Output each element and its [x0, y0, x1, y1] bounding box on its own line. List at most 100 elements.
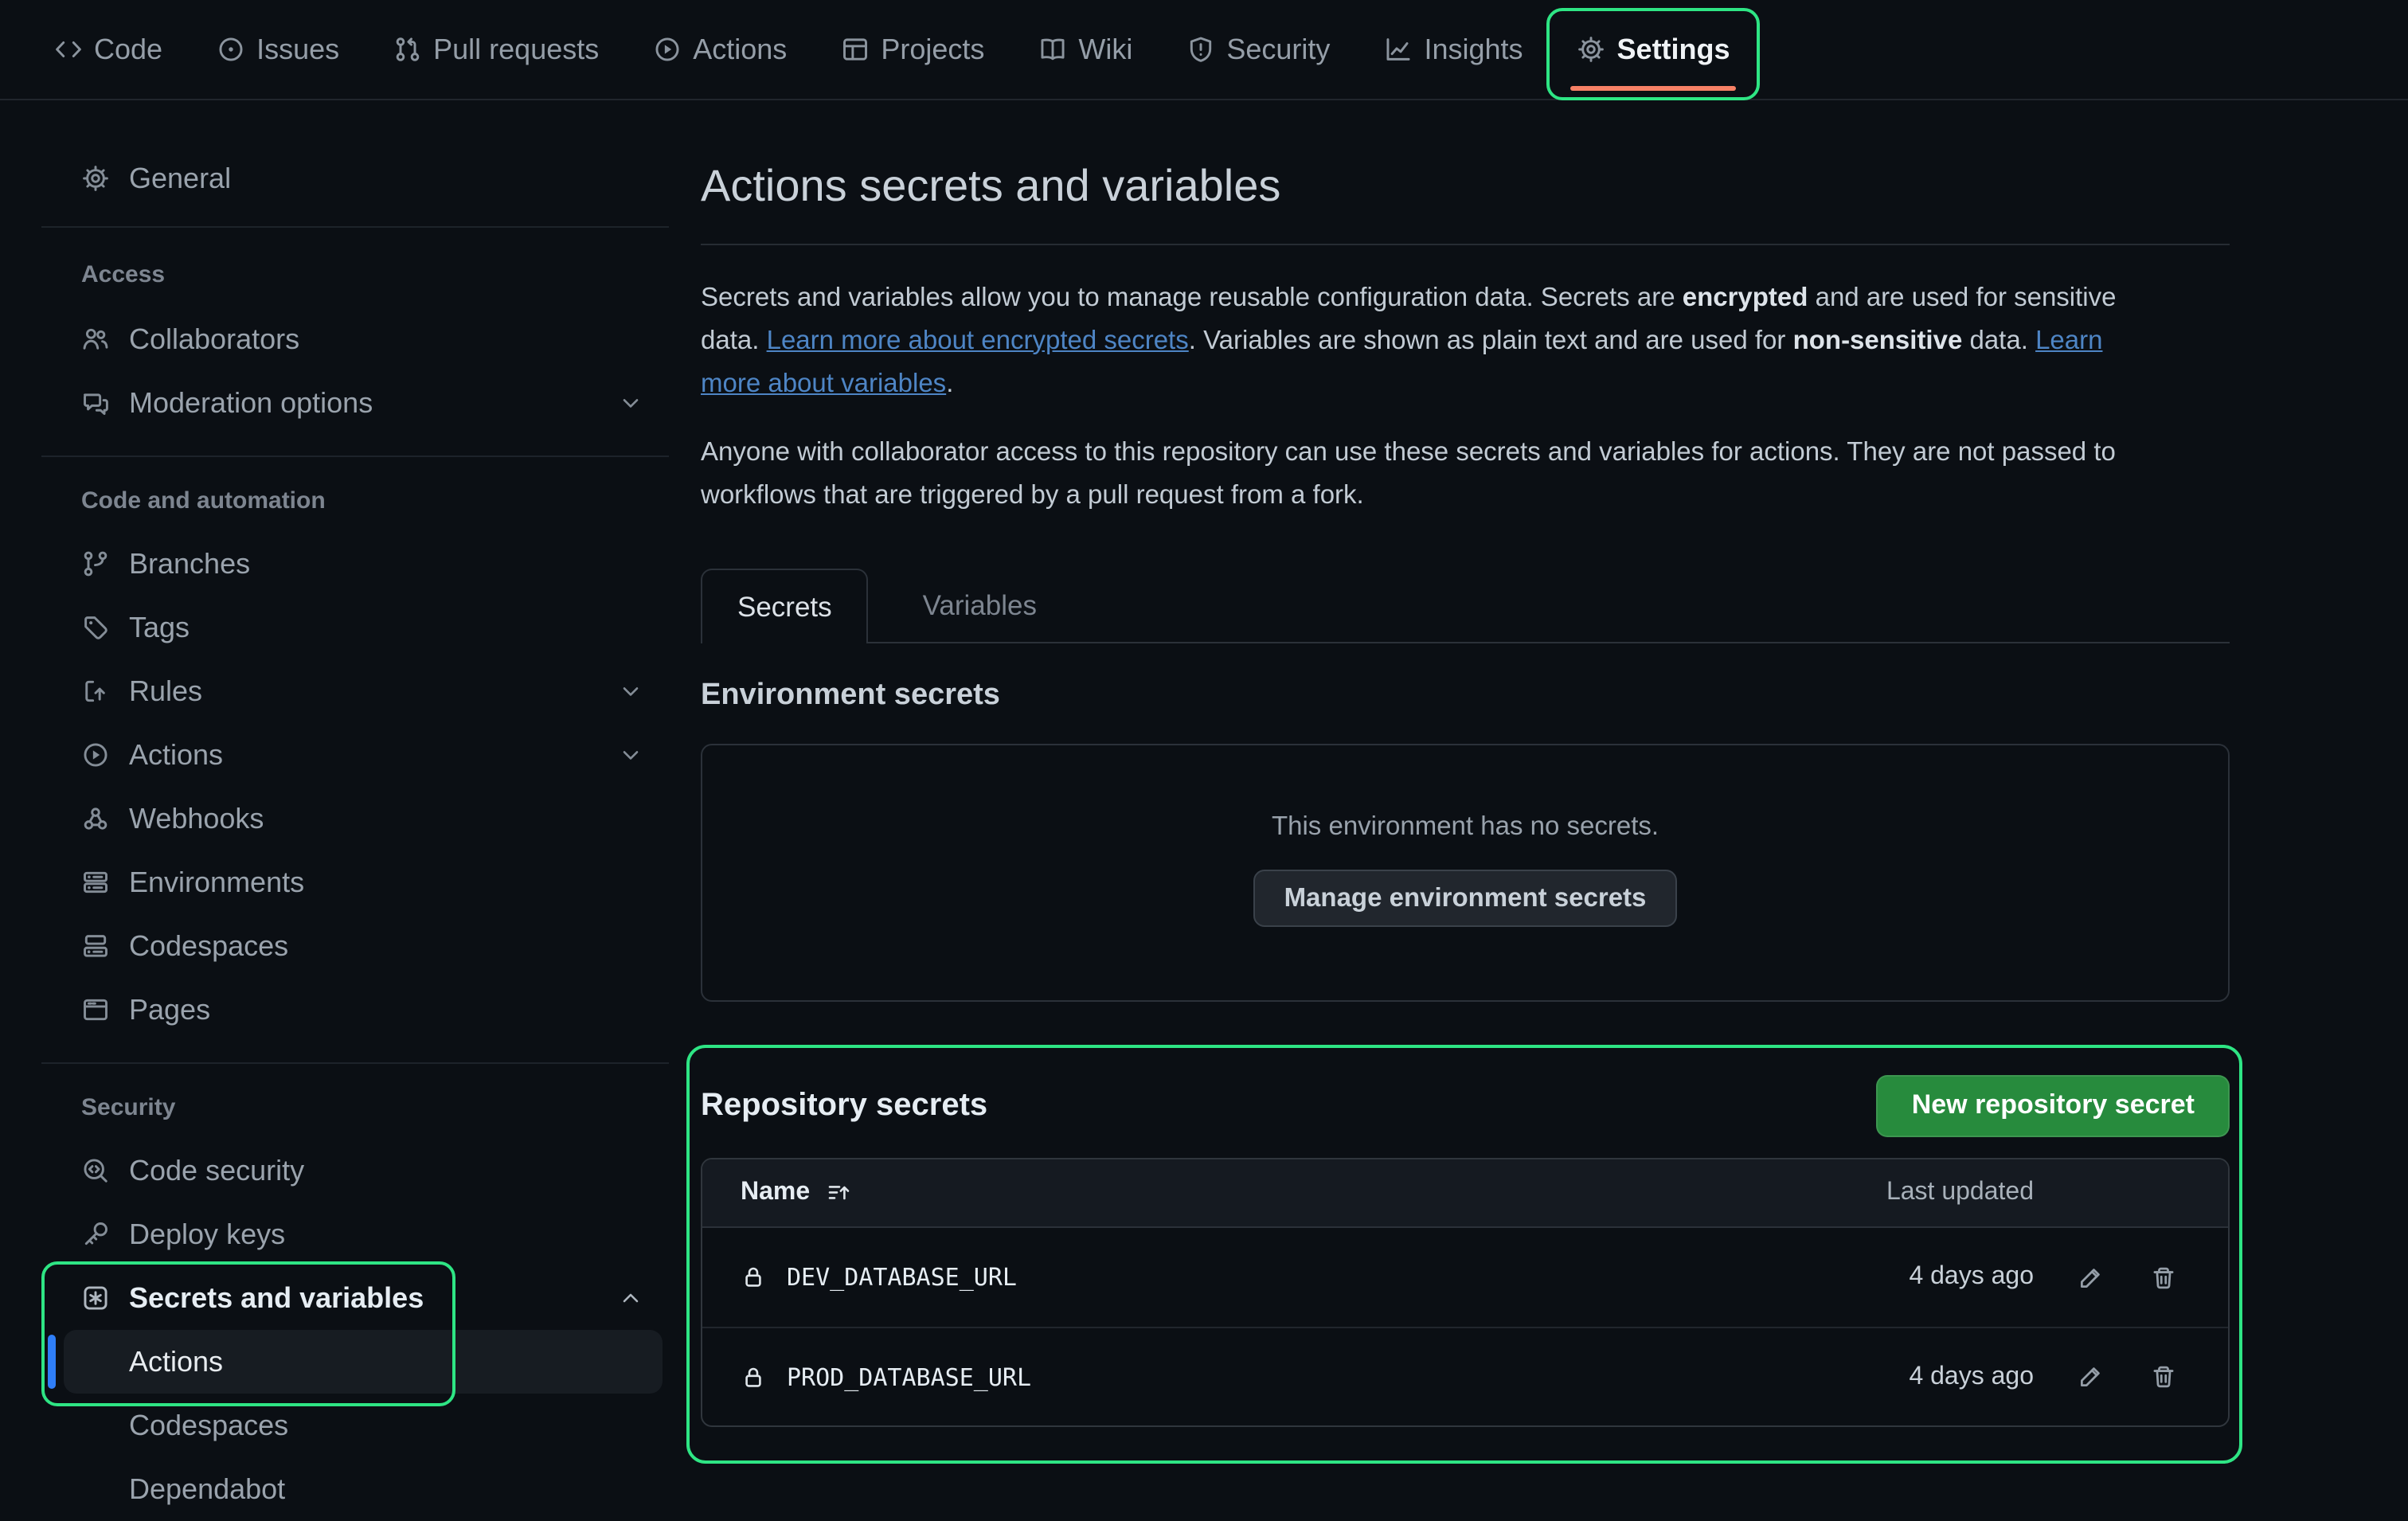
sidebar-item-webhooks[interactable]: Webhooks	[41, 787, 669, 850]
manage-environment-secrets-button[interactable]: Manage environment secrets	[1254, 870, 1677, 928]
intro-bold-encrypted: encrypted	[1683, 283, 1808, 312]
sort-ascending-icon	[826, 1181, 851, 1206]
active-tab-underline	[1571, 86, 1737, 91]
nav-tab-label: Projects	[881, 33, 984, 66]
sidebar-item-collaborators[interactable]: Collaborators	[41, 307, 669, 371]
chevron-down-icon	[618, 678, 643, 704]
nav-tab-issues[interactable]: Issues	[197, 18, 358, 81]
sidebar-item-deploy-keys[interactable]: Deploy keys	[41, 1202, 669, 1266]
edit-secret-button[interactable]	[2077, 1265, 2104, 1292]
sidebar-item-codespaces[interactable]: Codespaces	[41, 914, 669, 978]
main-content: Actions secrets and variables Secrets an…	[701, 102, 2230, 1428]
sidebar-item-tags[interactable]: Tags	[41, 596, 669, 659]
gear-icon	[1577, 35, 1606, 64]
server-icon	[81, 868, 110, 897]
delete-secret-button[interactable]	[2150, 1364, 2177, 1391]
sidebar-item-label: Collaborators	[129, 323, 299, 356]
sidebar-item-label: General	[129, 162, 231, 195]
table-header-name[interactable]: Name	[741, 1179, 1843, 1208]
sidebar-item-label: Moderation options	[129, 386, 373, 420]
repo-settings-page: Code Issues Pull requests Actions Projec…	[0, 0, 2408, 1505]
intro-text: data.	[1962, 326, 2035, 355]
sidebar-subitem-codespaces[interactable]: Codespaces	[41, 1394, 669, 1457]
settings-sidebar: General Access Collaborators Moderation …	[41, 147, 669, 1521]
secret-name: PROD_DATABASE_URL	[787, 1363, 1031, 1392]
sidebar-item-branches[interactable]: Branches	[41, 532, 669, 596]
repository-secrets-header: Repository secrets New repository secret	[701, 1074, 2230, 1138]
sidebar-item-code-security[interactable]: Code security	[41, 1139, 669, 1202]
sidebar-item-pages[interactable]: Pages	[41, 978, 669, 1042]
sidebar-item-secrets-and-variables[interactable]: Secrets and variables	[41, 1266, 669, 1330]
sidebar-item-label: Code security	[129, 1154, 304, 1187]
sidebar-subitem-dependabot[interactable]: Dependabot	[41, 1457, 669, 1521]
rules-icon	[81, 677, 110, 706]
people-icon	[81, 325, 110, 354]
table-row: DEV_DATABASE_URL 4 days ago	[702, 1229, 2228, 1327]
nav-tab-label: Code	[94, 33, 162, 66]
sidebar-item-label: Rules	[129, 674, 202, 708]
sidebar-item-label: Branches	[129, 547, 250, 581]
delete-secret-button[interactable]	[2150, 1265, 2177, 1292]
browser-icon	[81, 995, 110, 1024]
secret-name-cell: DEV_DATABASE_URL	[741, 1264, 1843, 1292]
new-repository-secret-button[interactable]: New repository secret	[1877, 1075, 2230, 1137]
link-learn-more-encrypted-secrets[interactable]: Learn more about encrypted secrets	[767, 326, 1189, 355]
environment-secrets-heading: Environment secrets	[701, 679, 2230, 714]
tag-icon	[81, 613, 110, 642]
key-icon	[81, 1220, 110, 1249]
nav-tab-pull-requests[interactable]: Pull requests	[374, 18, 618, 81]
edit-secret-button[interactable]	[2077, 1364, 2104, 1391]
sidebar-item-label: Codespaces	[129, 929, 288, 963]
nav-tab-label: Insights	[1424, 33, 1523, 66]
webhook-icon	[81, 804, 110, 833]
nav-tab-settings[interactable]: Settings	[1558, 18, 1749, 81]
nav-tab-actions[interactable]: Actions	[634, 18, 806, 81]
nav-tab-label: Security	[1226, 33, 1330, 66]
sidebar-item-environments[interactable]: Environments	[41, 850, 669, 914]
tab-variables[interactable]: Variables	[888, 569, 1072, 643]
environment-empty-text: This environment has no secrets.	[1272, 813, 1659, 843]
repository-secrets-table: Name Last updated DEV_DATABASE_URL 4 day…	[701, 1159, 2230, 1428]
sidebar-item-general[interactable]: General	[41, 147, 669, 210]
tab-secrets[interactable]: Secrets	[701, 569, 869, 644]
lock-icon	[741, 1365, 766, 1390]
sidebar-item-actions[interactable]: Actions	[41, 723, 669, 787]
intro-bold-non-sensitive: non-sensitive	[1793, 326, 1963, 355]
sidebar-item-moderation-options[interactable]: Moderation options	[41, 371, 669, 435]
sidebar-item-label: Webhooks	[129, 802, 264, 835]
nav-tab-wiki[interactable]: Wiki	[1019, 18, 1151, 81]
sidebar-section-code-and-automation: Code and automation	[41, 483, 669, 521]
table-icon	[841, 35, 870, 64]
nav-tab-security[interactable]: Security	[1167, 18, 1349, 81]
sidebar-item-label: Pages	[129, 993, 210, 1026]
sidebar-item-rules[interactable]: Rules	[41, 659, 669, 723]
sidebar-section-security: Security	[41, 1089, 669, 1128]
repository-secrets-heading: Repository secrets	[701, 1088, 987, 1124]
sidebar-divider	[41, 226, 669, 228]
secret-last-updated: 4 days ago	[1843, 1264, 2034, 1292]
sidebar-item-label: Deploy keys	[129, 1218, 285, 1251]
gear-icon	[81, 164, 110, 193]
nav-tab-insights[interactable]: Insights	[1365, 18, 1542, 81]
repo-nav: Code Issues Pull requests Actions Projec…	[0, 0, 2408, 100]
sidebar-subitem-actions[interactable]: Actions	[64, 1330, 663, 1394]
page-title: Actions secrets and variables	[701, 159, 2230, 213]
row-actions	[2034, 1364, 2228, 1391]
sidebar-item-label: Tags	[129, 611, 190, 644]
sidebar-item-label: Actions	[129, 1345, 223, 1378]
name-header-label: Name	[741, 1179, 810, 1208]
nav-tab-label: Wiki	[1078, 33, 1132, 66]
secret-last-updated: 4 days ago	[1843, 1363, 2034, 1392]
nav-tab-code[interactable]: Code	[35, 18, 182, 81]
intro-text: Secrets and variables allow you to manag…	[701, 283, 1683, 312]
comment-discussion-icon	[81, 389, 110, 417]
sidebar-divider	[41, 456, 669, 457]
codespaces-icon	[81, 932, 110, 960]
git-branch-icon	[81, 549, 110, 578]
nav-tab-projects[interactable]: Projects	[822, 18, 1003, 81]
intro-text: .	[946, 369, 953, 398]
secrets-variables-tabnav: Secrets Variables	[701, 568, 2230, 644]
table-row: PROD_DATABASE_URL 4 days ago	[702, 1327, 2228, 1426]
nav-tab-label: Pull requests	[433, 33, 599, 66]
active-item-accent-bar	[48, 1335, 56, 1389]
